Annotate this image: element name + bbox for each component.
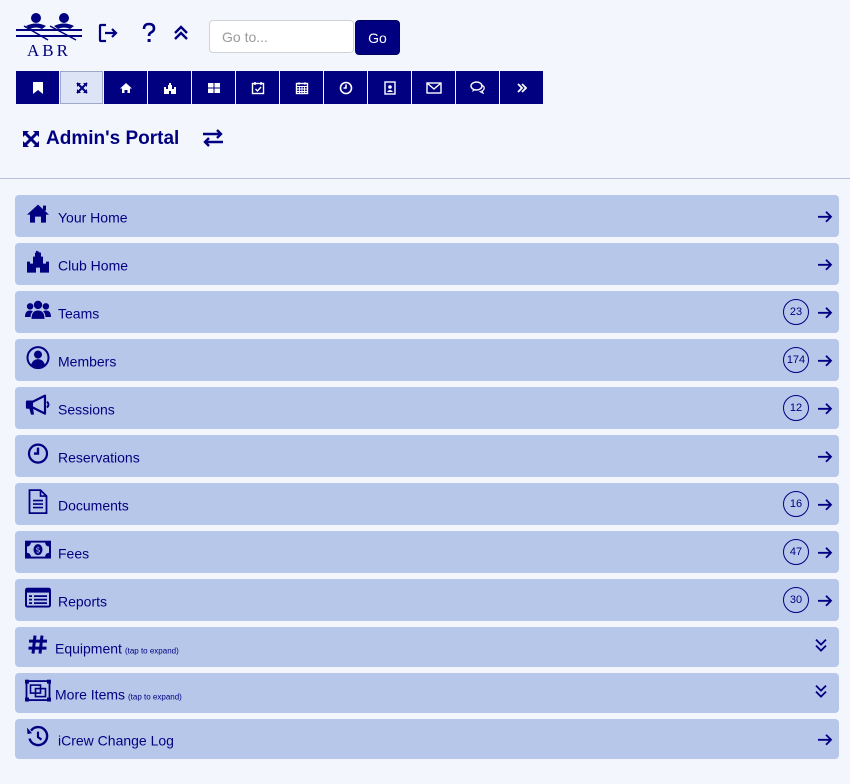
- tab-calendar[interactable]: [280, 71, 323, 104]
- document-icon: [25, 489, 51, 515]
- menu-item-label: Documents: [58, 497, 129, 514]
- arrow-right-icon: [818, 403, 833, 415]
- portal-title: Admin's Portal: [22, 128, 179, 150]
- tab-home[interactable]: [104, 71, 147, 104]
- help-icon[interactable]: [135, 18, 163, 48]
- club-logo[interactable]: ABR: [14, 12, 84, 60]
- divider: [0, 178, 850, 179]
- expand-hint: (tap to expand): [128, 692, 182, 702]
- menu-item-label: Club Home: [58, 257, 129, 274]
- go-button[interactable]: Go: [355, 20, 400, 55]
- expand-icon: [22, 130, 40, 148]
- tab-club[interactable]: [148, 71, 191, 104]
- arrow-right-icon: [818, 451, 833, 463]
- tab-expand[interactable]: [60, 71, 103, 104]
- menu-item-label: Reservations: [58, 449, 140, 466]
- menu-item-equipment[interactable]: Equipment (tap to expand): [15, 627, 839, 667]
- menu-item-label: Members: [58, 353, 117, 370]
- tab-dashboard[interactable]: [192, 71, 235, 104]
- tab-chat[interactable]: [456, 71, 499, 104]
- menu-item-label: Sessions: [58, 401, 115, 418]
- bookmark-icon: [32, 81, 43, 94]
- hash-icon: [25, 633, 51, 657]
- tab-more[interactable]: [500, 71, 543, 104]
- mail-icon: [425, 81, 442, 94]
- menu-item-reports[interactable]: Reports 30: [15, 579, 839, 621]
- tab-calendar-check[interactable]: [236, 71, 279, 104]
- menu-item-fees[interactable]: $ Fees 47: [15, 531, 839, 573]
- chevron-down-icon: [815, 638, 827, 652]
- calendar-icon: [295, 81, 308, 94]
- menu-item-label-text: Equipment: [55, 640, 122, 657]
- report-icon: [25, 586, 51, 610]
- chevron-down-icon: [815, 684, 827, 698]
- portal-menu: Your Home Club Home Teams 23 Members 174…: [15, 195, 839, 765]
- tab-contacts[interactable]: [368, 71, 411, 104]
- history-icon: [25, 725, 51, 749]
- arrow-right-icon: [818, 595, 833, 607]
- menu-item-change-log[interactable]: iCrew Change Log: [15, 719, 839, 759]
- svg-text:$: $: [35, 546, 40, 555]
- team-icon: [25, 298, 51, 322]
- menu-item-label: More Items (tap to expand): [55, 687, 182, 703]
- menu-item-label: Your Home: [58, 209, 128, 226]
- expand-icon: [75, 81, 88, 94]
- logo-text: ABR: [27, 41, 71, 60]
- toolbar-tabs: [16, 71, 543, 104]
- count-badge: 174: [783, 347, 809, 373]
- tab-bookmark[interactable]: [16, 71, 59, 104]
- menu-item-label: Reports: [58, 593, 108, 610]
- menu-item-members[interactable]: Members 174: [15, 339, 839, 381]
- home-icon: [25, 202, 51, 226]
- megaphone-icon: [25, 394, 51, 418]
- calendar-check-icon: [251, 81, 264, 94]
- arrow-right-icon: [818, 259, 833, 271]
- money-icon: $: [25, 538, 51, 562]
- clock-icon: [339, 81, 352, 94]
- count-badge: 16: [783, 491, 809, 517]
- count-badge: 12: [783, 395, 809, 421]
- arrow-right-icon: [818, 307, 833, 319]
- menu-item-teams[interactable]: Teams 23: [15, 291, 839, 333]
- user-icon: [25, 346, 51, 370]
- menu-item-your-home[interactable]: Your Home: [15, 195, 839, 237]
- castle-icon: [163, 82, 176, 94]
- arrow-right-icon: [818, 547, 833, 559]
- menu-item-sessions[interactable]: Sessions 12: [15, 387, 839, 429]
- menu-item-label: Teams: [58, 305, 100, 322]
- clock-icon: [25, 442, 51, 466]
- logout-icon[interactable]: [94, 18, 122, 48]
- menu-item-documents[interactable]: Documents 16: [15, 483, 839, 525]
- portal-title-text: Admin's Portal: [46, 128, 180, 149]
- castle-icon: [25, 250, 51, 274]
- arrow-right-icon: [818, 734, 833, 746]
- chat-icon: [469, 81, 485, 94]
- dashboard-icon: [207, 82, 220, 93]
- tab-clock[interactable]: [324, 71, 367, 104]
- swap-icon[interactable]: [200, 128, 226, 148]
- menu-item-label: Fees: [58, 545, 90, 562]
- home-icon: [119, 82, 132, 93]
- tab-mail[interactable]: [412, 71, 455, 104]
- menu-item-more-items[interactable]: More Items (tap to expand): [15, 673, 839, 713]
- arrow-right-icon: [818, 355, 833, 367]
- menu-item-label: iCrew Change Log: [58, 732, 174, 749]
- arrow-right-icon: [818, 499, 833, 511]
- collapse-up-icon[interactable]: [167, 18, 195, 48]
- goto-input[interactable]: [209, 20, 354, 53]
- arrow-right-icon: [818, 211, 833, 223]
- count-badge: 47: [783, 539, 809, 565]
- menu-item-label: Equipment (tap to expand): [55, 641, 179, 657]
- contacts-icon: [383, 80, 396, 95]
- menu-item-label-text: More Items: [55, 686, 126, 703]
- more-icon: [516, 82, 527, 93]
- count-badge: 23: [783, 299, 809, 325]
- count-badge: 30: [783, 587, 809, 613]
- menu-item-reservations[interactable]: Reservations: [15, 435, 839, 477]
- expand-hint: (tap to expand): [124, 646, 179, 656]
- menu-item-club-home[interactable]: Club Home: [15, 243, 839, 285]
- windows-icon: [25, 679, 51, 703]
